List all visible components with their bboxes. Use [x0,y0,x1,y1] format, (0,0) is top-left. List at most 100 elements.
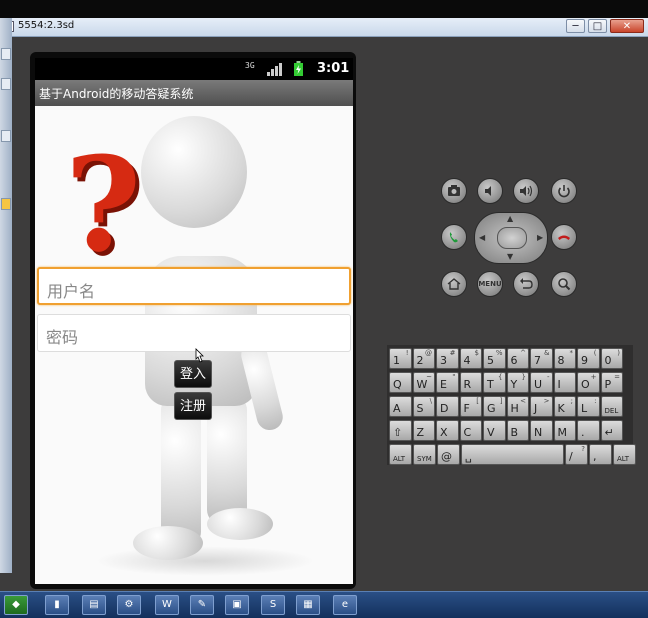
keyboard-key[interactable]: X [436,420,459,441]
key-alt-label: = [614,373,620,381]
keyboard-key[interactable]: A [389,396,412,417]
menu-button[interactable]: MENU [477,271,503,297]
keyboard-key[interactable]: ⇧ [389,420,412,441]
keyboard-key[interactable]: J > [530,396,553,417]
keyboard-key[interactable]: /? [565,444,588,465]
keyboard-key[interactable]: DEL [600,396,623,417]
keyboard-key[interactable]: N [530,420,553,441]
mouse-cursor-icon [195,348,204,363]
taskbar-app-icon[interactable]: ✎ [190,595,214,615]
keyboard-key[interactable]: M [553,420,576,441]
key-alt-label: $ [474,349,479,357]
keyboard-key[interactable]: U- [530,372,553,393]
keyboard-key[interactable]: 6 ^ [506,348,529,369]
taskbar-word-icon[interactable]: W [155,595,179,615]
keyboard-key[interactable]: G] [483,396,506,417]
password-input[interactable]: 密码 [37,314,351,352]
dpad-center-button[interactable] [497,227,527,249]
key-label: . [581,426,585,439]
keyboard-key[interactable]: P = [600,372,623,393]
keyboard-key[interactable]: O + [577,372,600,393]
keyboard-key[interactable]: D [436,396,459,417]
sliver-icon [1,78,11,90]
dpad-right-icon[interactable]: ▶ [537,233,543,242]
keyboard-key[interactable]: I [553,372,576,393]
username-input[interactable]: 用户名 [37,267,351,305]
keyboard-key[interactable]: 2 @ [412,348,435,369]
keyboard-key[interactable]: 3 # [436,348,459,369]
keyboard-key[interactable]: E " [436,372,459,393]
keyboard-key[interactable]: 4 $ [459,348,482,369]
end-call-button[interactable] [551,224,577,250]
camera-button[interactable] [441,178,467,204]
keyboard-key[interactable]: SYM [413,444,436,465]
keyboard-key[interactable]: C [459,420,482,441]
keyboard-key[interactable]: W ~ [412,372,435,393]
key-label: DEL [604,407,619,415]
taskbar-app-icon[interactable]: ▮ [45,595,69,615]
keyboard-key[interactable]: 1! [389,348,412,369]
power-button[interactable] [551,178,577,204]
login-button[interactable]: 登入 [174,360,212,388]
key-label: T [487,378,494,391]
key-alt-label: ; [570,397,573,405]
keyboard-key[interactable]: L: [577,396,600,417]
home-button[interactable] [441,271,467,297]
keyboard-key[interactable]: . [577,420,600,441]
keyboard-key[interactable]: H < [506,396,529,417]
maximize-button[interactable]: □ [588,19,607,33]
keyboard-key[interactable]: ↵ [600,420,623,441]
keyboard-key[interactable]: R [459,372,482,393]
volume-down-button[interactable] [477,178,503,204]
window-title-bar[interactable]: 5554:2.3sd ─ □ ✕ [0,18,648,37]
taskbar-app-icon[interactable]: ⚙ [117,595,141,615]
taskbar-app-icon[interactable]: ▦ [296,595,320,615]
key-label: 2 [416,354,424,367]
key-label: N [534,426,543,439]
keyboard-key[interactable]: Q [389,372,412,393]
taskbar-app-icon[interactable]: ▤ [82,595,106,615]
taskbar-app-icon[interactable]: ▣ [225,595,249,615]
keyboard-key[interactable]: 8 * [553,348,576,369]
keyboard-key[interactable]: , [589,444,612,465]
keyboard-key[interactable]: ALT [613,444,636,465]
register-button[interactable]: 注册 [174,392,212,420]
keyboard-key[interactable]: 9( [577,348,600,369]
key-label: K [557,402,565,415]
start-button[interactable]: ◆ [4,595,28,615]
back-arrow-icon [520,278,533,289]
keyboard-key[interactable]: ␣ [461,444,564,465]
background-window-sliver [0,18,12,573]
keyboard-key[interactable]: F[ [459,396,482,417]
key-label: Z [416,426,425,439]
keyboard-key[interactable]: ALT [389,444,412,465]
taskbar-app-icon[interactable]: S [261,595,285,615]
keyboard-key[interactable]: K; [553,396,576,417]
taskbar-ie-icon[interactable]: e [333,595,357,615]
back-button[interactable] [513,271,539,297]
phone-green-icon [449,232,458,243]
key-label: 7 [534,354,541,367]
keyboard-key[interactable]: 0) [600,348,623,369]
keyboard-key[interactable]: S \ [412,396,435,417]
key-label: 1 [393,354,400,367]
keyboard-key[interactable]: Z [412,420,435,441]
dpad[interactable]: ▲ ▼ ◀ ▶ [474,212,548,264]
dpad-up-icon[interactable]: ▲ [507,214,513,223]
search-button[interactable] [551,271,577,297]
key-alt-label: + [590,373,597,381]
minimize-button[interactable]: ─ [566,19,585,33]
close-button[interactable]: ✕ [610,19,644,33]
call-button[interactable] [441,224,467,250]
keyboard-key[interactable]: 7 & [530,348,553,369]
keyboard-key[interactable]: B [506,420,529,441]
keyboard-key[interactable]: @ [437,444,460,465]
dpad-down-icon[interactable]: ▼ [507,252,513,261]
volume-up-button[interactable] [513,178,539,204]
keyboard-key[interactable]: Y} [506,372,529,393]
keyboard-key[interactable]: 5% [483,348,506,369]
keyboard-key[interactable]: V [483,420,506,441]
keyboard-key[interactable]: T{ [483,372,506,393]
key-label: A [393,402,401,415]
dpad-left-icon[interactable]: ◀ [479,233,485,242]
